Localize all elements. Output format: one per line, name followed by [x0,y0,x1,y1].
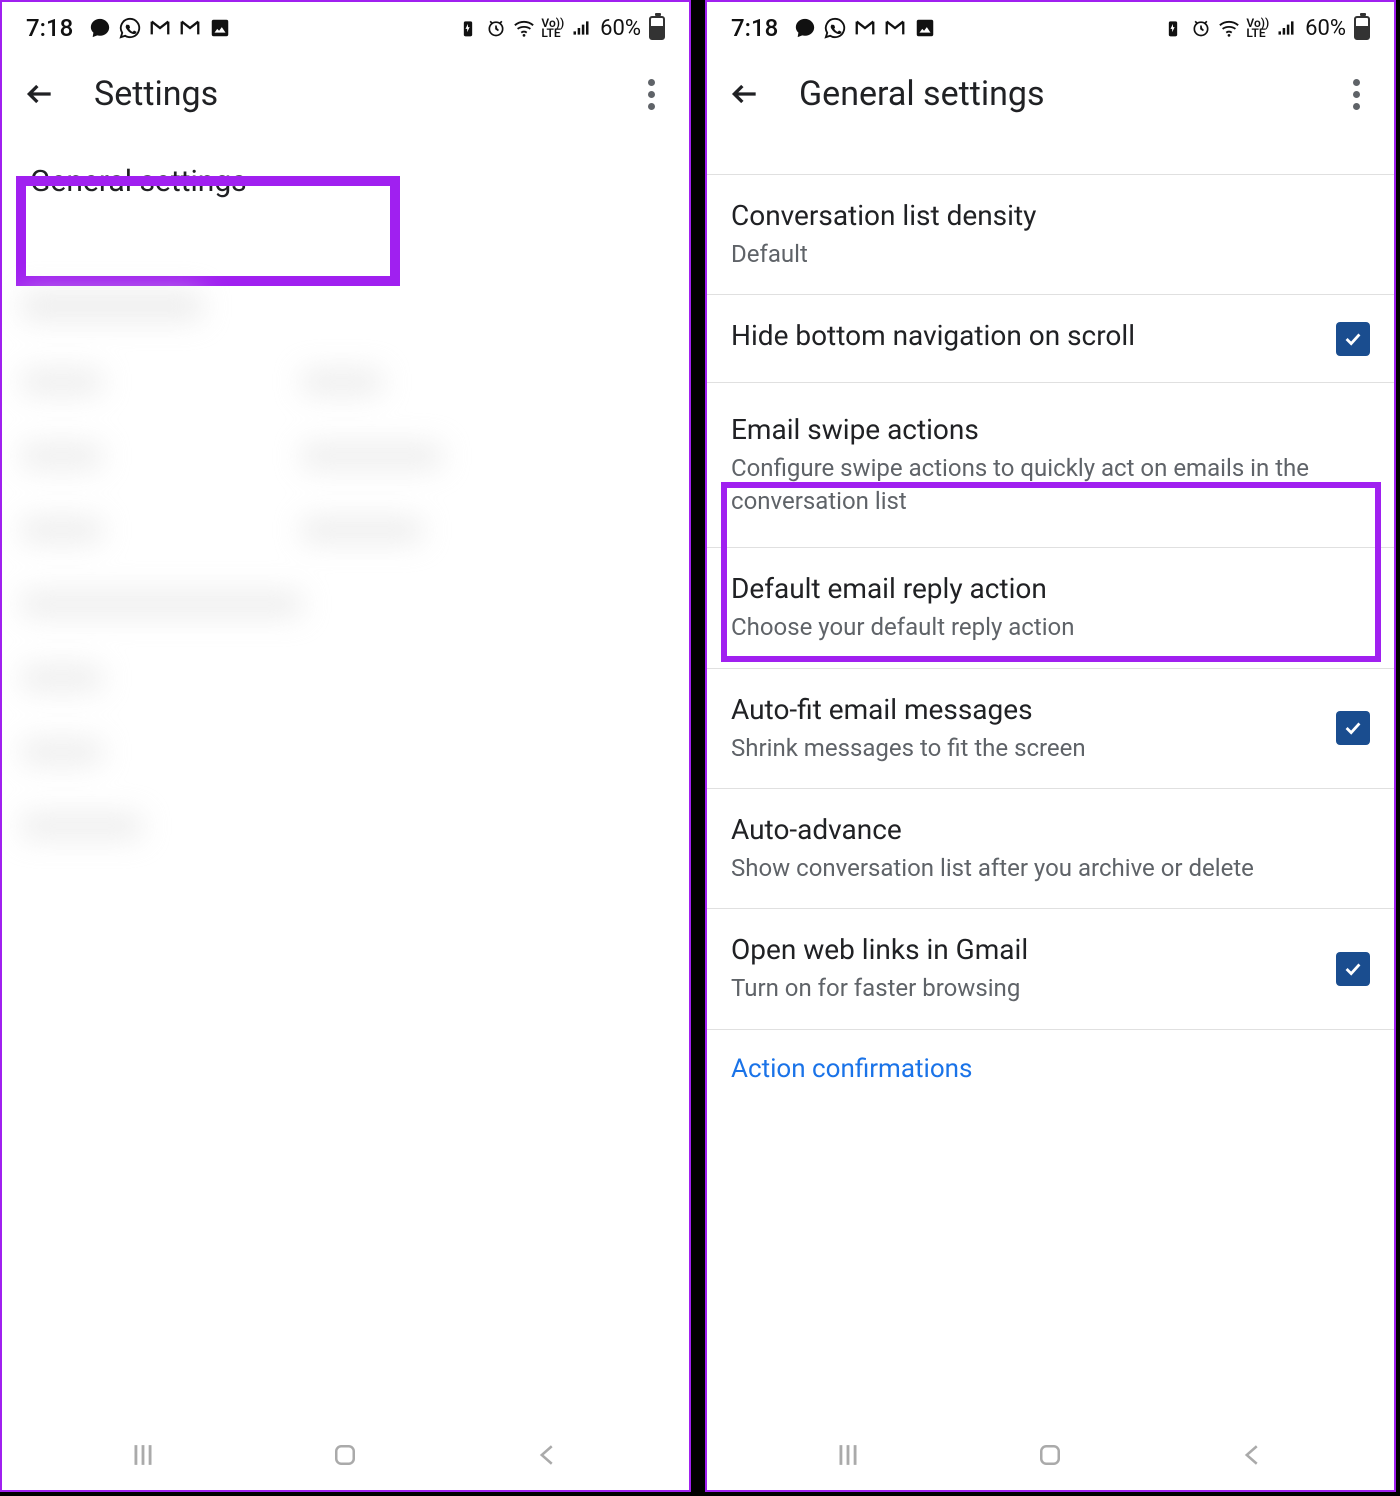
blurred-content [22,292,669,942]
screenshot-divider [691,0,705,1496]
page-title: Settings [94,74,633,114]
home-button[interactable] [315,1435,375,1475]
row-subtitle: Show conversation list after you archive… [731,852,1370,884]
row-subtitle: Default [731,238,1370,270]
checkbox-checked[interactable] [1336,322,1370,356]
settings-list: General settings [2,134,689,235]
settings-list: Conversation list density Default Hide b… [707,175,1394,1084]
volte-icon: Vo))LTE [541,18,564,38]
gmail-m-icon-1 [854,17,876,39]
row-subtitle: Shrink messages to fit the screen [731,732,1316,764]
row-title: Auto-advance [731,813,1370,846]
volte-icon: Vo))LTE [1246,18,1269,38]
wifi-icon [1218,17,1240,39]
signal-icon [1275,17,1297,39]
chat-bubble-icon [794,17,816,39]
phone-left: 7:18 [0,0,691,1492]
row-subtitle: Configure swipe actions to quickly act o… [731,452,1370,517]
battery-icon [1354,16,1370,40]
app-bar: Settings [2,54,689,134]
checkbox-checked[interactable] [1336,952,1370,986]
row-subtitle: Choose your default reply action [731,611,1370,643]
status-bar: 7:18 [2,2,689,54]
alarm-icon [1190,17,1212,39]
general-settings-row[interactable]: General settings [2,134,689,235]
gmail-m-icon-2 [179,17,201,39]
auto-fit-messages-row[interactable]: Auto-fit email messages Shrink messages … [707,669,1394,789]
back-nav-button[interactable] [1223,1435,1283,1475]
open-web-links-row[interactable]: Open web links in Gmail Turn on for fast… [707,909,1394,1029]
recents-button[interactable] [818,1435,878,1475]
battery-percent: 60% [600,16,641,41]
whatsapp-icon [119,17,141,39]
status-left: 7:18 [26,14,231,42]
row-subtitle: Turn on for faster browsing [731,972,1316,1004]
status-bar: 7:18 [707,2,1394,54]
back-button[interactable] [727,76,763,112]
row-title: Auto-fit email messages [731,693,1316,726]
more-menu-button[interactable] [1338,76,1374,112]
hide-bottom-nav-row[interactable]: Hide bottom navigation on scroll [707,295,1394,383]
app-bar: General settings [707,54,1394,134]
row-title: Email swipe actions [731,413,1370,446]
home-button[interactable] [1020,1435,1080,1475]
row-title: Open web links in Gmail [731,933,1316,966]
recents-button[interactable] [113,1435,173,1475]
back-button[interactable] [22,76,58,112]
conversation-density-row[interactable]: Conversation list density Default [707,175,1394,295]
phone-right: 7:18 [705,0,1396,1492]
row-title: General settings [30,164,661,199]
back-nav-button[interactable] [518,1435,578,1475]
wifi-icon [513,17,535,39]
status-left: 7:18 [731,14,936,42]
row-title: Default email reply action [731,572,1370,605]
email-swipe-actions-row[interactable]: Email swipe actions Configure swipe acti… [707,383,1394,548]
checkbox-checked[interactable] [1336,711,1370,745]
photo-icon [914,17,936,39]
whatsapp-icon [824,17,846,39]
alarm-icon [485,17,507,39]
battery-saver-icon [457,17,479,39]
default-reply-action-row[interactable]: Default email reply action Choose your d… [707,548,1394,668]
auto-advance-row[interactable]: Auto-advance Show conversation list afte… [707,789,1394,909]
android-nav-bar [707,1420,1394,1490]
battery-percent: 60% [1305,16,1346,41]
signal-icon [570,17,592,39]
status-right: Vo))LTE 60% [1162,16,1370,41]
battery-icon [649,16,665,40]
status-right: Vo))LTE 60% [457,16,665,41]
status-time: 7:18 [26,14,73,42]
photo-icon [209,17,231,39]
section-label: Action confirmations [707,1030,1394,1084]
row-title: Hide bottom navigation on scroll [731,319,1316,352]
status-time: 7:18 [731,14,778,42]
android-nav-bar [2,1420,689,1490]
chat-bubble-icon [89,17,111,39]
battery-saver-icon [1162,17,1184,39]
row-title: Conversation list density [731,199,1370,232]
gmail-m-icon-1 [149,17,171,39]
page-title: General settings [799,74,1338,114]
gmail-m-icon-2 [884,17,906,39]
more-menu-button[interactable] [633,76,669,112]
